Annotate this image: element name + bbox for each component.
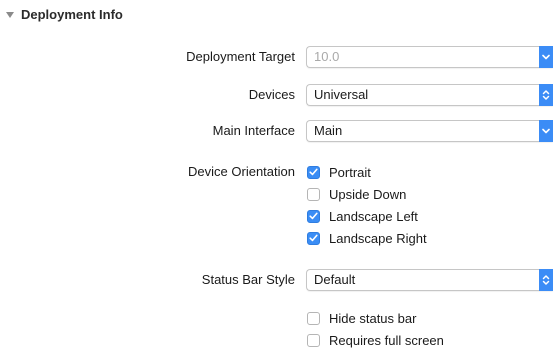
up-down-arrows-icon[interactable]: [539, 84, 553, 106]
empty-checkbox-icon[interactable]: [307, 333, 320, 347]
deployment-target-value: 10.0: [314, 49, 340, 64]
orientation-upside-down-label: Upside Down: [329, 186, 407, 202]
main-interface-value: Main: [314, 123, 343, 138]
main-interface-combobox[interactable]: Main: [306, 120, 553, 142]
orientation-landscape-left-label: Landscape Left: [329, 208, 418, 224]
checkmark-icon[interactable]: [307, 231, 320, 245]
status-bar-style-popup[interactable]: Default: [306, 269, 553, 291]
hide-status-bar-label: Hide status bar: [329, 310, 417, 326]
requires-full-screen-checkbox[interactable]: Requires full screen: [307, 331, 444, 349]
checkmark-icon[interactable]: [307, 209, 320, 223]
disclosure-triangle-icon[interactable]: [6, 11, 14, 18]
orientation-landscape-left-checkbox[interactable]: Landscape Left: [307, 207, 418, 225]
orientation-landscape-right-label: Landscape Right: [329, 230, 427, 246]
device-orientation-label: Device Orientation: [188, 164, 295, 179]
status-bar-style-value: Default: [314, 272, 356, 287]
orientation-upside-down-checkbox[interactable]: Upside Down: [307, 185, 406, 203]
devices-value: Universal: [314, 87, 369, 102]
devices-popup[interactable]: Universal: [306, 84, 553, 106]
chevron-down-icon[interactable]: [539, 120, 553, 142]
section-title: Deployment Info: [21, 7, 123, 22]
empty-checkbox-icon[interactable]: [307, 311, 320, 325]
checkmark-icon[interactable]: [307, 165, 320, 179]
devices-label: Devices: [248, 87, 295, 102]
deployment-target-combobox[interactable]: 10.0: [306, 46, 553, 68]
main-interface-label: Main Interface: [212, 123, 295, 138]
deployment-target-label: Deployment Target: [186, 49, 295, 64]
status-bar-style-label: Status Bar Style: [201, 272, 295, 287]
orientation-landscape-right-checkbox[interactable]: Landscape Right: [307, 229, 427, 247]
orientation-portrait-label: Portrait: [329, 164, 371, 180]
orientation-portrait-checkbox[interactable]: Portrait: [307, 163, 371, 181]
chevron-down-icon[interactable]: [539, 46, 553, 68]
section-header[interactable]: Deployment Info: [6, 7, 123, 22]
hide-status-bar-checkbox[interactable]: Hide status bar: [307, 309, 416, 327]
requires-full-screen-label: Requires full screen: [329, 332, 444, 348]
empty-checkbox-icon[interactable]: [307, 187, 320, 201]
up-down-arrows-icon[interactable]: [539, 269, 553, 291]
